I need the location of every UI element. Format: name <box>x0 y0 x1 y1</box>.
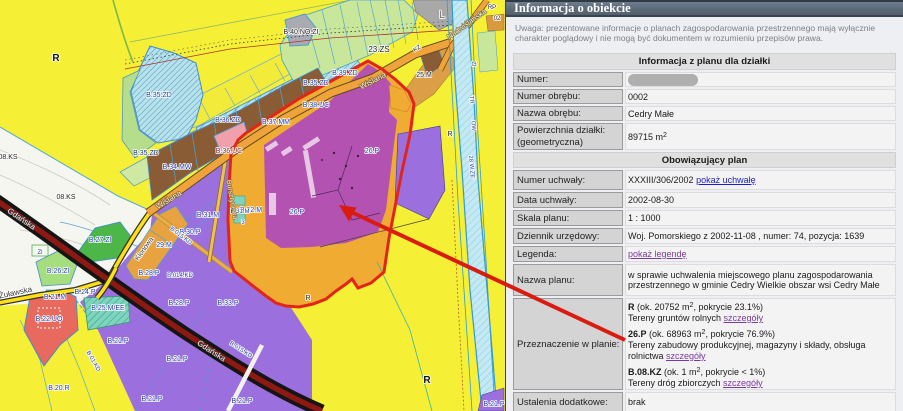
svg-text:B.21.P: B.21.P <box>483 401 504 408</box>
svg-text:B.35.ZD: B.35.ZD <box>146 92 172 99</box>
svg-text:OW: OW <box>470 120 477 131</box>
svg-text:B.21.P: B.21.P <box>231 398 252 405</box>
svg-text:B.33.P: B.33.P <box>217 300 238 307</box>
svg-text:26.P: 26.P <box>290 209 305 216</box>
svg-text:B.21.P: B.21.P <box>166 356 187 363</box>
svg-text:B.21.M: B.21.M <box>44 294 66 301</box>
svg-text:25.M: 25.M <box>416 72 432 79</box>
svg-text:B.38.UC: B.38.UC <box>303 102 329 109</box>
svg-text:Zl: Zl <box>470 61 476 67</box>
svg-text:B.34.MW: B.34.MW <box>163 164 192 171</box>
svg-text:B.40.NO.ZI: B.40.NO.ZI <box>283 29 318 36</box>
svg-text:R: R <box>305 295 310 302</box>
svg-text:B.21.P: B.21.P <box>107 338 128 345</box>
svg-text:RP: RP <box>488 5 496 11</box>
svg-text:B.35.ZD: B.35.ZD <box>303 80 329 87</box>
svg-text:02: 02 <box>494 16 501 22</box>
svg-text:R: R <box>447 131 452 138</box>
svg-text:Zl: Zl <box>38 250 43 256</box>
svg-text:B.36.ZD: B.36.ZD <box>215 117 241 124</box>
svg-text:L: L <box>439 9 445 21</box>
svg-text:26.P: 26.P <box>365 148 380 155</box>
svg-text:B.25.M/EE: B.25.M/EE <box>91 305 125 312</box>
svg-text:B.27.Zl: B.27.Zl <box>89 237 112 244</box>
svg-text:B.28.P: B.28.P <box>138 270 159 277</box>
svg-text:B.36.UC: B.36.UC <box>216 148 242 155</box>
svg-text:TR: TR <box>468 96 475 105</box>
svg-text:B.22.UO: B.22.UO <box>36 316 63 323</box>
svg-text:B.24.P: B.24.P <box>74 289 95 296</box>
svg-text:B.26.Zl: B.26.Zl <box>47 268 70 275</box>
svg-text:B.014.KD: B.014.KD <box>167 273 193 279</box>
svg-text:B.39.ZD: B.39.ZD <box>332 70 358 77</box>
svg-text:B.28.P: B.28.P <box>168 300 189 307</box>
svg-text:R: R <box>52 53 60 64</box>
svg-text:B.37.MM: B.37.MM <box>262 119 290 126</box>
svg-text:R: R <box>423 375 431 386</box>
svg-text:B.20.R: B.20.R <box>48 385 69 392</box>
svg-text:B.21.P: B.21.P <box>141 396 162 403</box>
svg-text:08.KS: 08.KS <box>56 194 75 201</box>
svg-text:29.M: 29.M <box>156 242 172 249</box>
svg-text:08.KS: 08.KS <box>0 154 18 161</box>
svg-text:B.31.M: B.31.M <box>197 212 219 219</box>
svg-text:23.ZS: 23.ZS <box>368 45 389 54</box>
svg-text:B.35.ZD: B.35.ZD <box>133 150 159 157</box>
